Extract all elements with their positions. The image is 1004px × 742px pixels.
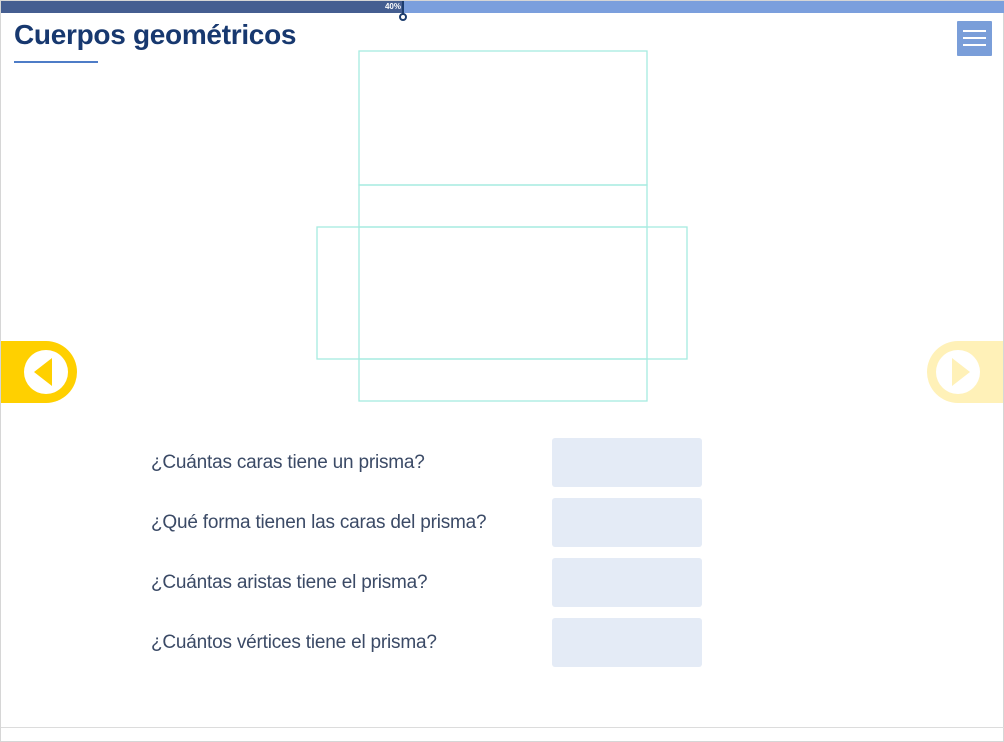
question-label: ¿Qué forma tienen las caras del prisma? [151,512,487,533]
question-row: ¿Cuántos vértices tiene el prisma? [151,618,702,668]
question-label: ¿Cuántas aristas tiene el prisma? [151,572,428,593]
prism-net-top-face [358,50,648,186]
page-title: Cuerpos geométricos [14,19,297,50]
previous-button[interactable] [1,341,77,403]
progress-fill [1,1,403,13]
prism-net-upper-face [358,184,648,228]
question-label: ¿Cuántos vértices tiene el prisma? [151,632,437,653]
footer-divider [1,727,1004,728]
hamburger-menu-icon [963,44,986,46]
progress-bar: 40% [1,1,1004,13]
question-row: ¿Cuántas caras tiene un prisma? [151,438,702,488]
hamburger-menu-icon [963,37,986,39]
arrow-right-circle-icon [927,341,1003,403]
hamburger-menu-icon [963,30,986,32]
prism-net-bottom-face [358,358,648,402]
answer-input-vertices[interactable] [552,618,702,667]
answer-input-face-shape[interactable] [552,498,702,547]
prism-net-front-face [316,226,688,360]
menu-button[interactable] [957,21,992,56]
question-label: ¿Cuántas caras tiene un prisma? [151,452,425,473]
title-underline [14,61,98,63]
activity-frame: 40% Cuerpos geométricos ¿Cuántas caras t… [0,0,1004,742]
progress-marker-icon [399,13,407,21]
progress-label: 40% [384,2,401,11]
question-row: ¿Qué forma tienen las caras del prisma? [151,498,702,548]
answer-input-edges[interactable] [552,558,702,607]
answer-input-faces[interactable] [552,438,702,487]
next-button[interactable] [927,341,1003,403]
question-row: ¿Cuántas aristas tiene el prisma? [151,558,702,608]
arrow-left-circle-icon [1,341,77,403]
